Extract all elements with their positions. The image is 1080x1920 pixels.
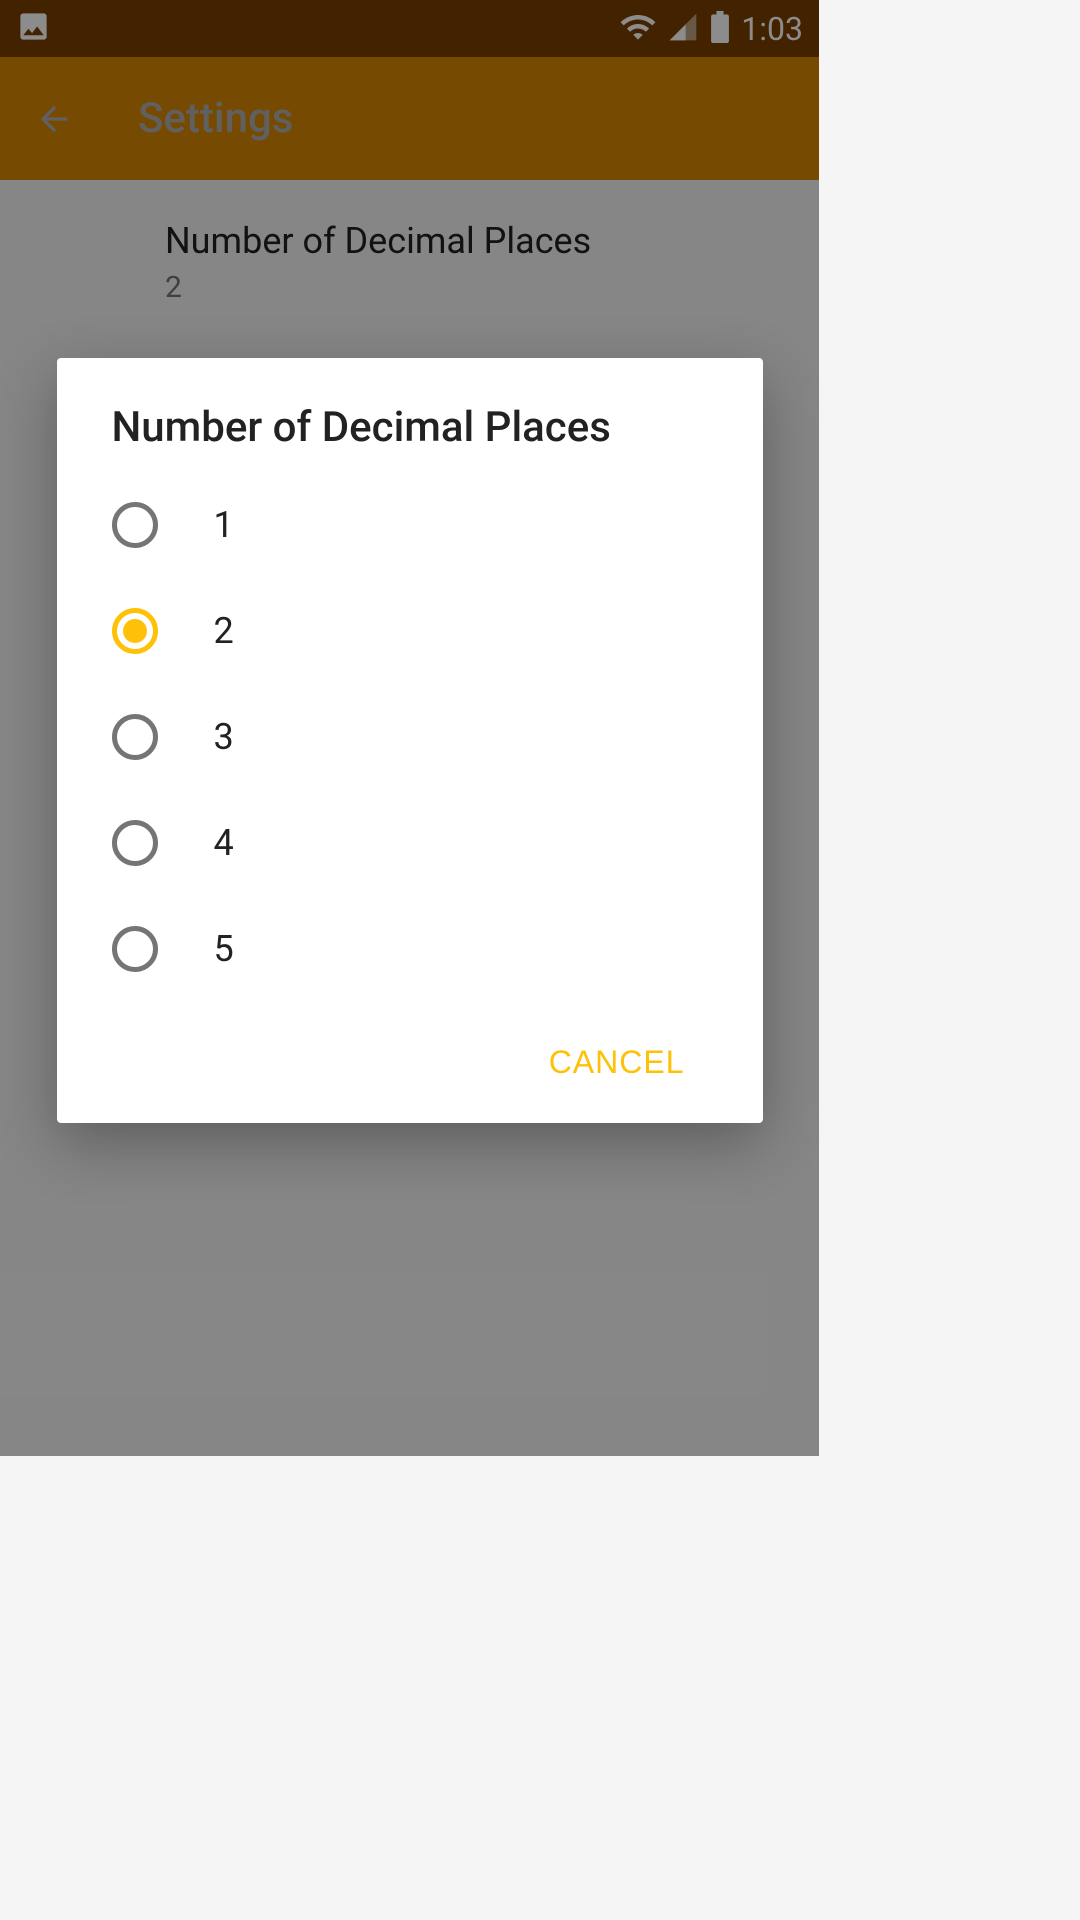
radio-circle-icon xyxy=(112,714,158,760)
radio-option-2[interactable]: 2 xyxy=(112,608,708,654)
radio-circle-icon xyxy=(112,820,158,866)
radio-option-1[interactable]: 1 xyxy=(112,502,708,548)
radio-circle-icon xyxy=(112,502,158,548)
radio-option-3[interactable]: 3 xyxy=(112,714,708,760)
dialog-actions: CANCEL xyxy=(112,1032,708,1093)
radio-option-4[interactable]: 4 xyxy=(112,820,708,866)
radio-label: 3 xyxy=(214,716,234,758)
radio-option-5[interactable]: 5 xyxy=(112,926,708,972)
radio-label: 1 xyxy=(214,504,234,546)
cancel-button[interactable]: CANCEL xyxy=(531,1032,703,1093)
radio-label: 5 xyxy=(214,928,234,970)
decimal-places-dialog: Number of Decimal Places 1 2 3 4 xyxy=(57,358,763,1123)
radio-list: 1 2 3 4 5 xyxy=(112,502,708,972)
radio-label: 4 xyxy=(214,822,234,864)
radio-circle-icon xyxy=(112,608,158,654)
modal-overlay[interactable]: Number of Decimal Places 1 2 3 4 xyxy=(0,0,819,1456)
radio-circle-icon xyxy=(112,926,158,972)
dialog-title: Number of Decimal Places xyxy=(112,403,708,452)
radio-label: 2 xyxy=(214,610,234,652)
